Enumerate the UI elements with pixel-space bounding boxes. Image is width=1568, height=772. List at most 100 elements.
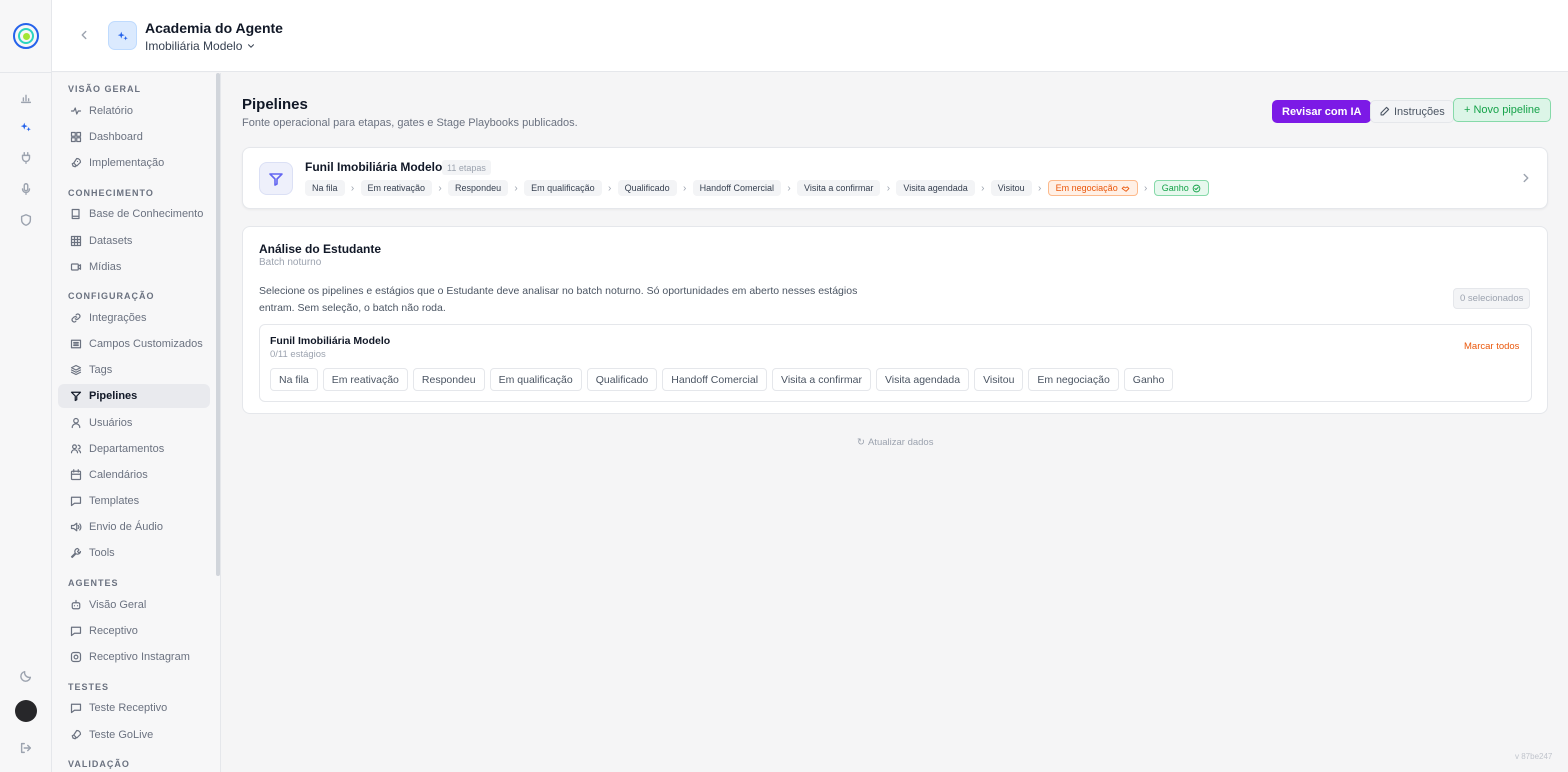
stage-toggles: Na fila Em reativação Respondeu Em quali… (270, 368, 1174, 391)
calendar-icon (69, 469, 82, 482)
stage-label: Em negociação (1055, 183, 1118, 193)
sidebar-item-label: Envio de Áudio (89, 521, 163, 533)
stage-chip: Em qualificação (524, 180, 602, 196)
stage-label: Ganho (1161, 183, 1189, 193)
pipeline-name: Funil Imobiliária Modelo (305, 160, 443, 174)
sidebar-item-pipelines[interactable]: Pipelines (58, 384, 210, 408)
plug-icon[interactable] (17, 149, 35, 167)
rocket-icon (69, 157, 82, 170)
refresh-icon: ↻ (857, 437, 865, 448)
chevron-right-icon: › (886, 182, 891, 194)
stage-toggle[interactable]: Respondeu (412, 368, 485, 391)
stage-toggle[interactable]: Em negociação (1028, 368, 1119, 391)
moon-icon[interactable] (17, 667, 35, 685)
stage-toggle[interactable]: Visita a confirmar (772, 368, 871, 391)
shield-icon[interactable] (17, 211, 35, 229)
logout-icon[interactable] (17, 739, 35, 757)
sidebar-item-templates[interactable]: Templates (58, 489, 210, 513)
sidebar-item-calendarios[interactable]: Calendários (58, 463, 210, 487)
section-overview: VISÃO GERAL (68, 84, 142, 94)
sidebar-scrollbar[interactable] (216, 73, 220, 576)
sidebar-item-receptivo[interactable]: Receptivo (58, 619, 210, 643)
mark-all-button[interactable]: Marcar todos (1464, 341, 1519, 352)
sidebar-item-base-conhecimento[interactable]: Base de Conhecimento (58, 202, 210, 226)
sidebar-item-label: Datasets (89, 235, 133, 247)
pipeline-stages: Na fila › Em reativação › Respondeu › Em… (305, 180, 1209, 196)
stage-toggle[interactable]: Qualificado (586, 368, 658, 391)
refresh-data-button[interactable]: ↻ Atualizar dados (857, 437, 933, 448)
stage-chip: Respondeu (448, 180, 509, 196)
sidebar-item-datasets[interactable]: Datasets (58, 229, 210, 253)
layers-icon (69, 364, 82, 377)
chevron-right-icon: › (787, 182, 791, 194)
chevron-right-icon: › (981, 182, 985, 194)
stage-toggle[interactable]: Em qualificação (489, 368, 582, 391)
stage-toggle[interactable]: Na fila (270, 368, 318, 391)
sidebar-item-relatorio[interactable]: Relatório (58, 99, 210, 123)
section-tests: TESTES (68, 682, 110, 692)
stage-chip: Visita a confirmar (797, 180, 881, 196)
sidebar-item-teste-golive[interactable]: Teste GoLive (58, 723, 210, 747)
table-icon (69, 235, 82, 248)
sidebar-item-tags[interactable]: Tags (58, 358, 210, 382)
sidebar-item-label: Usuários (89, 417, 133, 429)
chevron-right-icon: › (438, 182, 442, 194)
speaker-icon (69, 521, 82, 534)
page-subtitle: Fonte operacional para etapas, gates e S… (242, 117, 578, 129)
analysis-subtitle: Batch noturno (259, 257, 322, 268)
microphone-icon[interactable] (17, 180, 35, 198)
sidebar-item-teste-receptivo[interactable]: Teste Receptivo (58, 696, 210, 720)
link-icon (69, 312, 82, 325)
chevron-right-icon: › (1037, 182, 1042, 194)
chevron-left-icon[interactable] (76, 27, 92, 43)
list-icon (69, 338, 82, 351)
analysis-description: Selecione os pipelines e estágios que o … (259, 285, 858, 314)
sidebar-item-campos-customizados[interactable]: Campos Customizados (58, 332, 210, 356)
chevron-right-icon: › (607, 182, 612, 194)
sidebar-item-usuarios[interactable]: Usuários (58, 411, 210, 435)
avatar[interactable] (15, 700, 37, 722)
stage-toggle[interactable]: Visita agendada (875, 368, 970, 391)
filter-icon (259, 162, 293, 195)
stage-toggle[interactable]: Ganho (1123, 368, 1174, 391)
chevron-right-icon[interactable] (1519, 171, 1533, 185)
instructions-button[interactable]: Instruções (1370, 100, 1454, 123)
sidebar-item-label: Tags (89, 364, 113, 376)
stage-chip: Na fila (305, 180, 345, 196)
sidebar-item-label: Receptivo Instagram (89, 651, 190, 663)
instagram-icon (69, 651, 82, 664)
sidebar-item-envio-audio[interactable]: Envio de Áudio (58, 515, 210, 539)
sidebar-item-midias[interactable]: Mídias (58, 255, 210, 279)
stage-toggle[interactable]: Visitou (974, 368, 1024, 391)
sidebar-item-label: Relatório (89, 105, 134, 117)
app-logo[interactable] (13, 23, 39, 49)
pipeline-card[interactable]: Funil Imobiliária Modelo 11 etapas Na fi… (242, 147, 1548, 209)
message-icon (69, 495, 82, 508)
bot-icon (69, 599, 82, 612)
sidebar-item-integracoes[interactable]: Integrações (58, 306, 210, 330)
stage-chip: Handoff Comercial (692, 180, 782, 196)
sidebar-item-receptivo-instagram[interactable]: Receptivo Instagram (58, 645, 210, 669)
stage-chip: Visita agendada (896, 180, 975, 196)
book-icon (69, 208, 82, 221)
sidebar-item-label: Visão Geral (89, 599, 147, 611)
sidebar-item-departamentos[interactable]: Departamentos (58, 437, 210, 461)
sidebar-item-visao-geral[interactable]: Visão Geral (58, 593, 210, 617)
chevron-down-icon (246, 41, 256, 51)
tenant-selector[interactable]: Imobiliária Modelo (145, 39, 256, 53)
sidebar-item-label: Base de Conhecimento (89, 208, 204, 220)
bar-chart-icon[interactable] (17, 89, 35, 107)
pipeline-stage-count: 11 etapas (442, 160, 491, 175)
stage-toggle[interactable]: Handoff Comercial (662, 368, 768, 391)
sparkles-icon[interactable] (17, 118, 35, 136)
sidebar-item-implementacao[interactable]: Implementação (58, 151, 210, 175)
sidebar-item-tools[interactable]: Tools (58, 541, 210, 565)
section-knowledge: CONHECIMENTO (68, 188, 154, 198)
sidebar-item-dashboard[interactable]: Dashboard (58, 125, 210, 149)
review-with-ai-button[interactable]: Revisar com IA (1272, 100, 1372, 123)
new-pipeline-button[interactable]: + Novo pipeline (1453, 98, 1552, 122)
sidebar: VISÃO GERAL Relatório Dashboard Implemen… (52, 73, 221, 772)
main-content: Pipelines Fonte operacional para etapas,… (221, 73, 1568, 772)
rocket-icon (69, 729, 82, 742)
stage-toggle[interactable]: Em reativação (322, 368, 408, 391)
